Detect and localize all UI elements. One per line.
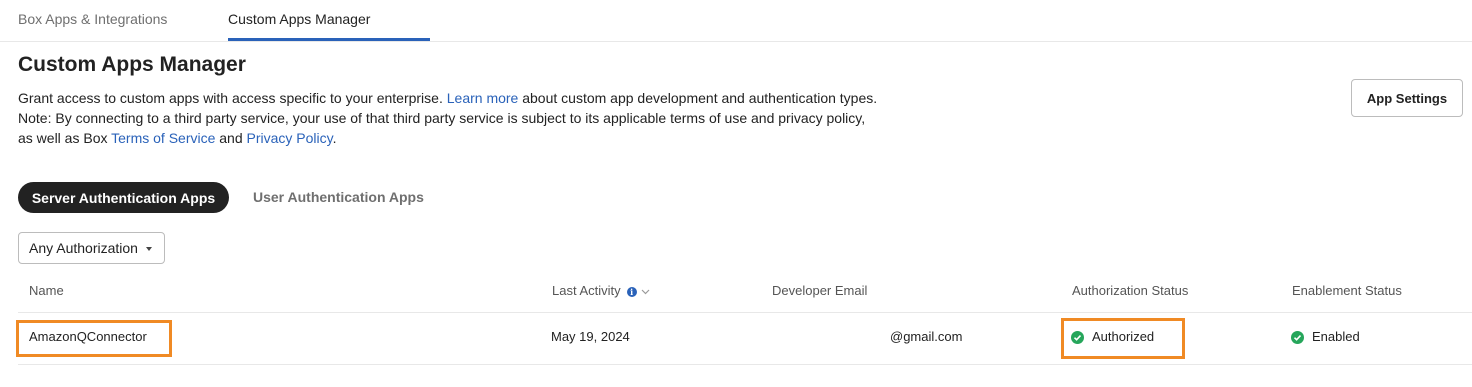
description-text-1: Grant access to custom apps with access …	[18, 90, 447, 106]
tab-box-apps-integrations[interactable]: Box Apps & Integrations	[18, 11, 167, 27]
caret-down-icon	[145, 247, 152, 251]
last-activity-cell: May 19, 2024	[551, 329, 630, 344]
chevron-down-icon[interactable]	[641, 289, 650, 295]
page-title: Custom Apps Manager	[18, 53, 246, 76]
description-and-text: and	[215, 130, 247, 146]
table-header-divider	[18, 312, 1472, 313]
highlight-app-name	[16, 320, 172, 357]
page-description: Grant access to custom apps with access …	[18, 88, 878, 148]
description-period: .	[332, 130, 337, 146]
app-settings-button[interactable]: App Settings	[1351, 79, 1463, 117]
tab-server-authentication-apps[interactable]: Server Authentication Apps	[18, 182, 229, 213]
column-header-last-activity[interactable]: Last Activity i	[552, 283, 650, 298]
top-tab-bar: Box Apps & Integrations Custom Apps Mana…	[0, 0, 1472, 42]
enablement-status-cell: Enabled	[1291, 329, 1360, 345]
terms-of-service-link[interactable]: Terms of Service	[111, 130, 215, 146]
developer-email-cell: @gmail.com	[890, 329, 963, 344]
column-header-last-activity-label: Last Activity	[552, 283, 621, 298]
learn-more-link[interactable]: Learn more	[447, 90, 519, 106]
table-row-divider	[18, 364, 1472, 365]
info-icon[interactable]: i	[626, 286, 637, 297]
column-header-enablement-status[interactable]: Enablement Status	[1292, 283, 1402, 298]
column-header-name[interactable]: Name	[29, 283, 64, 298]
authorization-filter-value: Any Authorization	[29, 240, 138, 256]
tab-custom-apps-manager[interactable]: Custom Apps Manager	[228, 11, 370, 27]
check-circle-icon	[1291, 331, 1304, 345]
active-tab-indicator	[228, 38, 430, 41]
privacy-policy-link[interactable]: Privacy Policy	[247, 130, 333, 146]
enablement-status-label: Enabled	[1312, 329, 1360, 344]
authorization-filter-dropdown[interactable]: Any Authorization	[18, 232, 165, 264]
highlight-authorization-status	[1061, 318, 1185, 359]
tab-user-authentication-apps[interactable]: User Authentication Apps	[253, 189, 424, 205]
column-header-developer-email[interactable]: Developer Email	[772, 283, 867, 298]
column-header-authorization-status[interactable]: Authorization Status	[1072, 283, 1188, 298]
